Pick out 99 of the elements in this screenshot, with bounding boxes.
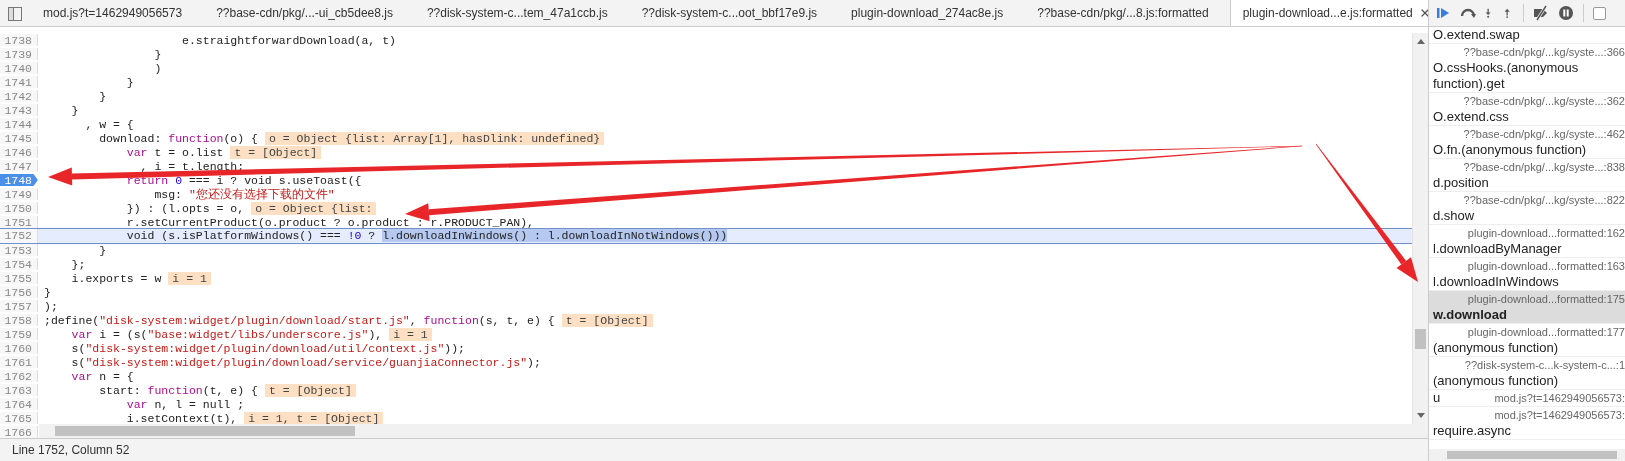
frame-name: O.fn.(anonymous function)	[1433, 142, 1588, 158]
frame-name: w.download	[1433, 307, 1508, 323]
call-frame[interactable]: O.extend.swap	[1429, 27, 1625, 44]
line-number[interactable]: 1742	[0, 90, 38, 102]
line-number[interactable]: 1746	[0, 146, 38, 158]
deactivate-breakpoints-icon[interactable]	[1533, 5, 1549, 21]
line-number[interactable]: 1755	[0, 272, 38, 284]
frame-name: O.extend.swap	[1433, 27, 1521, 43]
frame-name: l.downloadByManager	[1433, 241, 1563, 257]
pause-icon[interactable]	[1558, 5, 1574, 21]
resume-icon[interactable]	[1435, 5, 1451, 21]
frame-location: plugin-download...formatted:162	[1466, 226, 1625, 241]
file-tab[interactable]: ??disk-system-c...tem_47a1ccb.js	[413, 0, 621, 26]
code-line: var i = (s("base:widget/libs/underscore.js"), i = 1	[38, 328, 432, 340]
frame-name: d.position	[1433, 175, 1490, 191]
code-line: )	[153, 62, 162, 74]
code-line: }	[153, 48, 162, 60]
file-tab[interactable]: plugin-download_274ac8e.js	[838, 0, 1017, 26]
frame-location: mod.js?t=1462949056573:	[1494, 391, 1625, 406]
file-tab[interactable]: ??disk-system-c...oot_bbf17e9.js	[628, 0, 831, 26]
file-tab[interactable]: mod.js?t=1462949056573	[30, 0, 196, 26]
frame-location: ??base-cdn/pkg/...kg/syste...:362	[1462, 94, 1625, 109]
line-number[interactable]: 1759	[0, 328, 38, 340]
line-number[interactable]: 1745	[0, 132, 38, 144]
status-text: Line 1752, Column 52	[0, 438, 1428, 461]
code-line: start: function(t, e) { t = [Object]	[38, 384, 356, 396]
code-line: }) : (l.opts = o, o = Object {list:	[38, 202, 377, 214]
frame-name: u	[1433, 390, 1441, 406]
file-tab[interactable]: ??base-cdn/pkg/...8.js:formatted	[1024, 0, 1222, 26]
breakpoint-line-number[interactable]: 1748	[0, 174, 38, 186]
code-line: i.exports = w i = 1	[38, 272, 211, 284]
line-number[interactable]: 1740	[0, 62, 38, 74]
frame-name: d.show	[1433, 208, 1476, 224]
frame-location: mod.js?t=1462949056573:	[1493, 408, 1625, 423]
horizontal-scrollbar[interactable]	[1429, 449, 1625, 461]
line-number[interactable]: 1766	[0, 426, 38, 438]
code-line: }	[98, 244, 107, 256]
line-number[interactable]: 1761	[0, 356, 38, 368]
call-frame[interactable]: plugin-download...formatted:175 w.download	[1429, 291, 1625, 324]
line-number[interactable]: 1752	[0, 229, 38, 243]
code-line: ;define("disk-system:widget/plugin/download/start.js", function(s, t, e) { t = [Object]	[38, 314, 653, 326]
code-line: , w = {	[84, 118, 134, 130]
line-number[interactable]: 1764	[0, 398, 38, 410]
line-number[interactable]: 1762	[0, 370, 38, 382]
line-number[interactable]: 1756	[0, 286, 38, 298]
line-number[interactable]: 1757	[0, 300, 38, 312]
line-number[interactable]: 1763	[0, 384, 38, 396]
frame-location: ??disk-system-c...k-system-c...:1	[1463, 358, 1625, 373]
frame-name: O.cssHooks.(anonymous function).get	[1433, 60, 1580, 92]
file-tab[interactable]: ??base-cdn/pkg/...-ui_cb5dee8.js	[203, 0, 406, 26]
frame-name: O.extend.css	[1433, 109, 1510, 125]
line-number[interactable]: 1751	[0, 216, 38, 228]
line-number[interactable]: 1758	[0, 314, 38, 326]
navigator-toggle-icon[interactable]	[8, 7, 22, 21]
frame-name: require.async	[1433, 423, 1513, 439]
code-line: };	[70, 258, 86, 270]
checkbox[interactable]	[1593, 6, 1606, 20]
code-line: i.setContext(t), i = 1, t = [Object]	[38, 412, 384, 424]
code-line: }	[98, 90, 107, 102]
file-tab[interactable]: plugin-download...e.js:formatted	[1229, 0, 1428, 26]
line-number[interactable]: 1743	[0, 104, 38, 116]
frame-location: ??base-cdn/pkg/...kg/syste...:366	[1462, 45, 1625, 60]
line-number[interactable]: 1749	[0, 188, 38, 200]
code-line: return 0 === i ? void s.useToast({	[125, 174, 362, 186]
horizontal-scrollbar[interactable]	[39, 424, 1413, 438]
code-line: e.straightforwardDownload(a, t)	[181, 34, 396, 46]
line-number[interactable]: 1747	[0, 160, 38, 172]
line-number[interactable]: 1738	[0, 34, 38, 46]
line-number[interactable]: 1750	[0, 202, 38, 214]
line-number[interactable]: 1753	[0, 244, 38, 256]
vertical-scrollbar[interactable]	[1412, 33, 1428, 438]
code-line: r.setCurrentProduct(o.product ? o.product : r.PRODUCT_PAN),	[125, 216, 534, 228]
line-number[interactable]: 1741	[0, 76, 38, 88]
code-line: void (s.isPlatformWindows() === !0 ? l.downloadInWindows() : l.downloadInNotWindows()))	[125, 229, 728, 243]
code-line: }	[70, 104, 79, 116]
frame-name: (anonymous function)	[1433, 340, 1559, 356]
frame-location: plugin-download...formatted:177	[1466, 325, 1625, 340]
code-line: s("disk-system:widget/plugin/download/service/guanjiaConnector.js");	[70, 356, 541, 368]
code-line: msg: "您还没有选择下载的文件"	[153, 188, 335, 200]
frame-name: l.downloadInWindows	[1433, 274, 1560, 290]
code-line: s("disk-system:widget/plugin/download/util/context.js"));	[70, 342, 465, 354]
frame-location: ??base-cdn/pkg/...kg/syste...:822	[1462, 193, 1625, 208]
line-number[interactable]: 1754	[0, 258, 38, 270]
code-line: );	[43, 300, 58, 312]
code-line: , i = t.length;	[139, 160, 245, 172]
code-line: var n, l = null ;	[125, 398, 245, 410]
line-number[interactable]: 1760	[0, 342, 38, 354]
frame-location: plugin-download...formatted:163	[1466, 259, 1625, 274]
frame-name: (anonymous function)	[1433, 373, 1559, 389]
line-number[interactable]: 1739	[0, 48, 38, 60]
line-number[interactable]: 1744	[0, 118, 38, 130]
code-line: }	[43, 286, 51, 298]
line-number[interactable]: 1765	[0, 412, 38, 424]
code-line: var n = {	[70, 370, 134, 382]
frame-location: ??base-cdn/pkg/...kg/syste...:838	[1462, 160, 1625, 175]
frame-location: ??base-cdn/pkg/...kg/syste...:462	[1462, 127, 1625, 142]
code-line: }	[125, 76, 134, 88]
code-line: var t = o.list t = [Object]	[38, 146, 322, 158]
frame-location: plugin-download...formatted:175	[1466, 292, 1625, 307]
